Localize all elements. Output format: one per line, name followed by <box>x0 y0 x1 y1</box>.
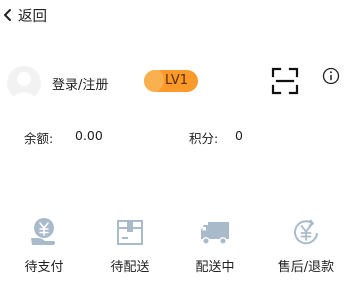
user-avatar-icon <box>10 72 38 100</box>
level-badge-text: LV1 <box>165 73 188 88</box>
avatar[interactable] <box>7 66 41 100</box>
points-label: 积分: <box>189 131 219 146</box>
back-label: 返回 <box>18 8 47 25</box>
back-button[interactable]: 返回 <box>2 2 47 28</box>
order-in-delivery[interactable]: 配送中 <box>185 216 245 275</box>
level-badge-orb <box>144 70 164 92</box>
points-value: 0 <box>235 128 243 143</box>
login-register-link[interactable]: 登录/注册 <box>52 74 108 93</box>
order-pending-delivery-label: 待配送 <box>110 260 150 275</box>
order-after-sales[interactable]: 售后/退款 <box>276 216 336 275</box>
scan-icon[interactable] <box>271 67 299 95</box>
package-box-icon <box>117 220 143 245</box>
level-badge: LV1 <box>144 70 198 92</box>
chevron-left-icon <box>4 9 11 21</box>
pay-money-icon <box>31 218 55 245</box>
order-pending-delivery[interactable]: 待配送 <box>100 216 160 275</box>
balance-label: 余额: <box>24 131 54 146</box>
delivery-truck-icon <box>201 222 229 245</box>
order-in-delivery-label: 配送中 <box>195 260 235 275</box>
balance-value: 0.00 <box>75 128 103 143</box>
order-pending-payment[interactable]: 待支付 <box>14 216 74 275</box>
order-pending-payment-label: 待支付 <box>24 260 64 275</box>
info-icon[interactable] <box>322 67 340 85</box>
refund-icon <box>294 219 318 245</box>
order-after-sales-label: 售后/退款 <box>277 260 335 275</box>
